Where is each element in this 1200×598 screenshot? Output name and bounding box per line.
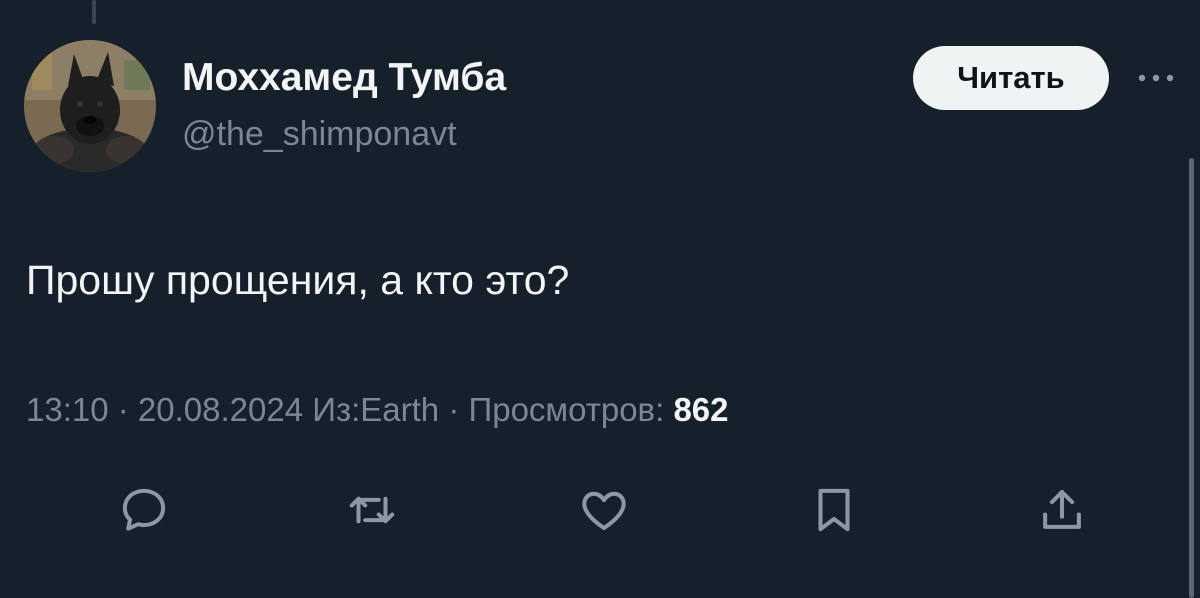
repost-button[interactable] bbox=[342, 480, 402, 540]
speech-bubble-icon bbox=[122, 488, 166, 531]
author-display-name[interactable]: Мохxамед Тумба bbox=[182, 54, 506, 102]
avatar-image bbox=[24, 40, 156, 172]
scrollbar[interactable] bbox=[1189, 158, 1194, 598]
tweet-source: Из:Earth bbox=[312, 391, 440, 428]
like-button[interactable] bbox=[574, 480, 634, 540]
author-handle[interactable]: @the_shimponavt bbox=[182, 112, 457, 156]
tweet-text: Прошу прощения, а кто это? bbox=[26, 257, 570, 303]
share-button[interactable] bbox=[1032, 480, 1092, 540]
bookmark-button[interactable] bbox=[804, 480, 864, 540]
views-count: 862 bbox=[673, 391, 729, 428]
repost-arrows-icon bbox=[349, 496, 395, 524]
more-dots-icon bbox=[1138, 74, 1174, 82]
heart-icon bbox=[582, 491, 626, 531]
thread-connector-line bbox=[92, 0, 96, 24]
more-options-button[interactable] bbox=[1132, 60, 1180, 96]
tweet-date[interactable]: 20.08.2024 bbox=[138, 391, 303, 428]
tweet-meta: 13:10 · 20.08.2024 Из:Earth · Просмотров… bbox=[26, 386, 729, 434]
avatar[interactable] bbox=[24, 40, 156, 172]
meta-separator: · bbox=[108, 391, 138, 428]
follow-button[interactable]: Читать bbox=[913, 46, 1109, 110]
views-label: Просмотров: bbox=[468, 391, 674, 428]
meta-separator: · bbox=[439, 391, 469, 428]
bookmark-icon bbox=[818, 488, 850, 532]
tweet-time[interactable]: 13:10 bbox=[26, 391, 109, 428]
share-upload-icon bbox=[1043, 489, 1081, 529]
reply-button[interactable] bbox=[114, 480, 174, 540]
